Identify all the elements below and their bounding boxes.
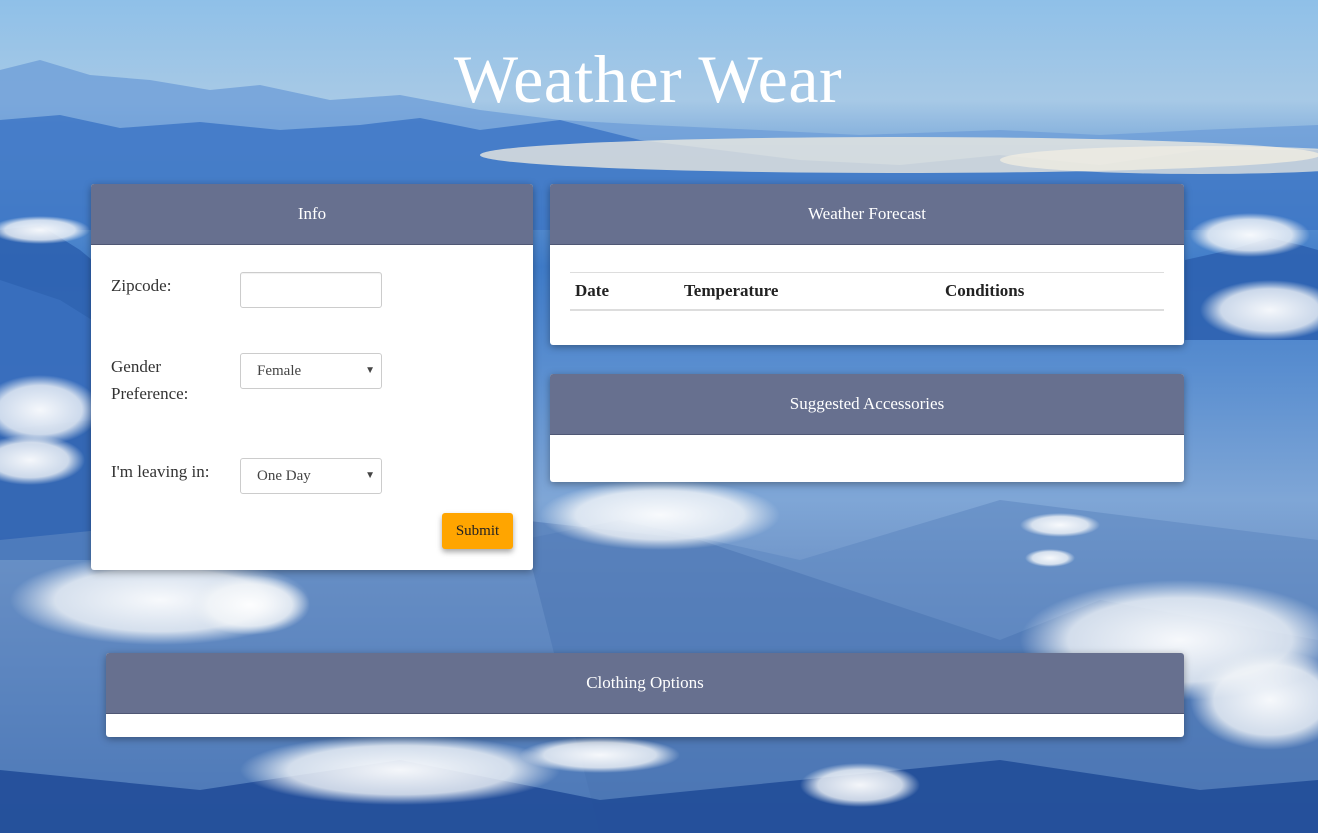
column-header-date: Date (575, 281, 609, 300)
column-header-temperature: Temperature (684, 281, 779, 300)
zipcode-label: Zipcode: (111, 276, 172, 295)
submit-button[interactable]: Submit (442, 513, 513, 549)
gender-select-value: Female (257, 363, 302, 379)
caret-down-icon: ▼ (365, 365, 375, 376)
info-panel-header: Info (91, 184, 533, 245)
clothing-panel: Clothing Options (106, 653, 1184, 737)
forecast-panel: Weather Forecast Date Temperature Condit… (550, 184, 1184, 345)
forecast-table: Date Temperature Conditions (570, 272, 1164, 311)
leaving-select[interactable]: One Day ▼ (240, 458, 382, 494)
accessories-panel: Suggested Accessories (550, 374, 1184, 482)
accessories-panel-header: Suggested Accessories (550, 374, 1184, 435)
leaving-select-value: One Day (257, 468, 311, 484)
forecast-panel-header: Weather Forecast (550, 184, 1184, 245)
zipcode-input[interactable] (240, 272, 382, 308)
leaving-label: I'm leaving in: (111, 462, 210, 481)
caret-down-icon: ▼ (365, 470, 375, 481)
column-header-conditions: Conditions (945, 281, 1025, 300)
page-title: Weather Wear (453, 41, 843, 117)
clothing-panel-header: Clothing Options (106, 653, 1184, 714)
info-panel: Info Zipcode: Gender Preference: Female … (91, 184, 533, 570)
gender-select[interactable]: Female ▼ (240, 353, 382, 389)
gender-label: Gender Preference: (111, 357, 189, 403)
